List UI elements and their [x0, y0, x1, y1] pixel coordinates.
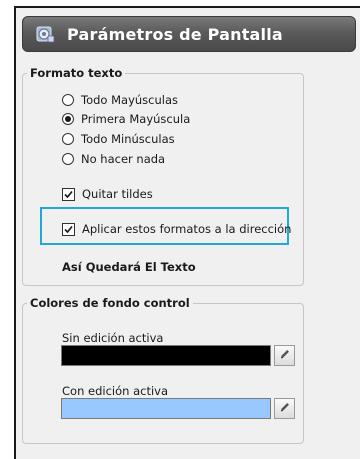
checkmark-icon[interactable]	[62, 187, 75, 201]
radio-label: Todo Minúsculas	[81, 132, 175, 146]
radio-todo-minusculas[interactable]: Todo Minúsculas	[62, 131, 175, 147]
radio-circle-icon[interactable]	[62, 94, 74, 106]
radio-no-hacer-nada[interactable]: No hacer nada	[62, 151, 165, 167]
sin-edicion-color-swatch[interactable]	[61, 345, 271, 366]
checkbox-label: Aplicar estos formatos a la dirección	[82, 222, 292, 236]
radio-circle-icon[interactable]	[62, 133, 74, 145]
con-edicion-label: Con edición activa	[62, 384, 169, 398]
page-title: Parámetros de Pantalla	[67, 24, 283, 44]
radio-primera-mayuscula[interactable]: Primera Mayúscula	[62, 111, 190, 127]
format-preview-text: Así Quedará El Texto	[62, 260, 196, 274]
colores-fondo-group: Colores de fondo control	[22, 296, 304, 444]
con-edicion-color-swatch[interactable]	[61, 398, 271, 419]
checkmark-icon[interactable]	[62, 222, 75, 236]
radio-todo-mayusculas[interactable]: Todo Mayúsculas	[62, 92, 178, 108]
formato-texto-legend: Formato texto	[30, 66, 123, 80]
sin-edicion-label: Sin edición activa	[62, 331, 164, 345]
gear-stack-icon	[33, 22, 57, 46]
radio-label: Todo Mayúsculas	[81, 93, 178, 107]
colores-fondo-legend: Colores de fondo control	[30, 296, 190, 310]
checkbox-label: Quitar tildes	[82, 187, 153, 201]
radio-circle-icon[interactable]	[62, 153, 74, 165]
con-edicion-edit-button[interactable]	[274, 398, 295, 419]
panel-header: Parámetros de Pantalla	[22, 16, 356, 52]
checkbox-quitar-tildes[interactable]: Quitar tildes	[62, 186, 153, 202]
checkbox-aplicar-direccion[interactable]: Aplicar estos formatos a la dirección	[62, 221, 291, 237]
pencil-icon	[279, 348, 291, 363]
radio-label: Primera Mayúscula	[81, 112, 191, 126]
pencil-icon	[279, 401, 291, 416]
radio-label: No hacer nada	[81, 152, 166, 166]
sin-edicion-edit-button[interactable]	[274, 345, 295, 366]
radio-circle-icon[interactable]	[62, 113, 74, 125]
